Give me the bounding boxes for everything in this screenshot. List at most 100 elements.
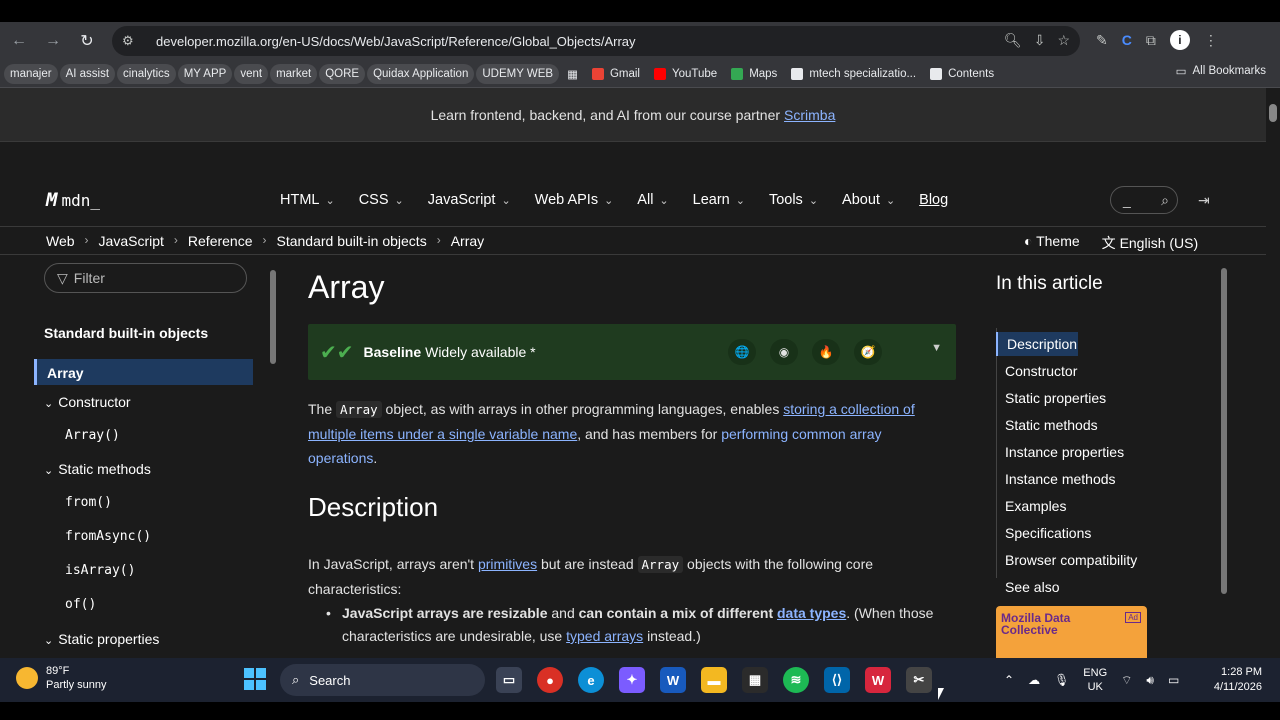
taskbar-search[interactable]: ⌕ Search (280, 664, 485, 696)
address-bar[interactable]: ⚙ developer.mozilla.org/en-US/docs/Web/J… (112, 26, 1080, 56)
breadcrumb-item[interactable]: Web (46, 233, 75, 249)
language-button[interactable]: 文 English (US) (1102, 233, 1198, 253)
typed-arrays-link[interactable]: typed arrays (566, 628, 643, 644)
search-input[interactable]: _ ⌕ (1110, 186, 1178, 214)
theme-button[interactable]: ◐ Theme (1024, 233, 1080, 253)
bookmark-item[interactable]: Gmail (586, 64, 646, 84)
microphone-icon[interactable]: 🎙︎ (1054, 673, 1069, 687)
battery-icon[interactable]: ▭ (1168, 673, 1179, 687)
breadcrumb-item[interactable]: JavaScript (99, 233, 164, 249)
task-view-icon[interactable]: ▭ (496, 667, 522, 693)
site-info-icon[interactable]: ⚙ (122, 33, 142, 49)
scrimba-link[interactable]: Scrimba (784, 107, 835, 123)
forward-button[interactable]: → (36, 24, 70, 58)
word-icon[interactable]: W (660, 667, 686, 693)
sidebar-item[interactable]: Array() (65, 428, 120, 443)
toc-item[interactable]: Instance methods (996, 471, 1196, 487)
menu-item-javascript[interactable]: JavaScript ⌄ (428, 192, 511, 208)
spotify-icon[interactable]: ≋ (783, 667, 809, 693)
toc-scrollbar[interactable] (1218, 258, 1230, 658)
primitives-link[interactable]: primitives (478, 556, 537, 572)
bookmark-item[interactable]: Contents (924, 64, 1000, 84)
sidebar-item[interactable]: fromAsync() (65, 529, 151, 544)
menu-item-blog[interactable]: Blog (919, 192, 948, 208)
breadcrumb-item[interactable]: Array (451, 233, 484, 249)
toc-item[interactable]: Instance properties (996, 444, 1196, 460)
bookmark-item[interactable]: AI assist (59, 63, 116, 84)
data-types-link[interactable]: data types (777, 605, 846, 621)
wifi-icon[interactable]: ⌔ (1121, 673, 1132, 688)
login-icon[interactable]: ⇥ (1198, 192, 1210, 209)
bookmark-item[interactable]: market (270, 63, 318, 84)
menu-item-learn[interactable]: Learn ⌄ (693, 192, 745, 208)
sidebar-item[interactable]: isArray() (65, 563, 135, 578)
all-bookmarks-button[interactable]: ▭ All Bookmarks (1176, 64, 1266, 78)
snipping-tool-icon[interactable]: ✂ (906, 667, 932, 693)
sidebar-item[interactable]: ⌄ Static properties (44, 631, 159, 647)
extension-c-icon[interactable]: C (1122, 32, 1132, 48)
menu-item-about[interactable]: About ⌄ (842, 192, 895, 208)
reload-button[interactable]: ↻ (70, 24, 104, 58)
bookmark-item[interactable]: MY APP (177, 63, 233, 84)
bookmark-item[interactable]: YouTube (648, 64, 723, 84)
clock[interactable]: 1:28 PM 4/11/2026 (1210, 665, 1262, 695)
chevron-down-icon[interactable]: ▼ (931, 342, 942, 354)
sidebar-scrollbar[interactable] (268, 258, 278, 658)
page-scrollbar[interactable] (1266, 88, 1280, 658)
bookmark-item[interactable]: mtech specializatio... (785, 64, 922, 84)
install-icon[interactable]: ⇩ (1034, 32, 1046, 49)
cloud-icon[interactable]: ☁ (1028, 673, 1040, 687)
bookmark-item[interactable]: vent (234, 63, 269, 84)
sidebar-item-array[interactable]: Array (34, 359, 253, 385)
file-explorer-icon[interactable]: ▬ (701, 667, 727, 693)
toc-item[interactable]: See also (996, 579, 1196, 595)
sidebar-title[interactable]: Standard built-in objects (44, 325, 208, 341)
breadcrumb-item[interactable]: Reference (188, 233, 253, 249)
baseline-badge[interactable]: ✔✔ Baseline Widely available * 🌐 ◉ 🔥 🧭 ▼ (308, 324, 956, 380)
breadcrumb-item[interactable]: Standard built-in objects (277, 233, 427, 249)
chevron-up-icon[interactable]: ⌃ (1004, 673, 1014, 687)
toc-item[interactable]: Constructor (996, 363, 1196, 379)
wps-icon[interactable]: W (865, 667, 891, 693)
store-icon[interactable]: ▦ (742, 667, 768, 693)
bookmark-item[interactable]: Maps (725, 64, 783, 84)
weather-widget[interactable]: 89°F Partly sunny (16, 664, 107, 692)
chrome-icon[interactable]: ● (537, 667, 563, 693)
edge-icon[interactable]: e (578, 667, 604, 693)
search-icon[interactable]: ⌕ (1161, 192, 1169, 209)
extensions-puzzle-icon[interactable]: ⧉ (1146, 32, 1156, 49)
url-text[interactable]: developer.mozilla.org/en-US/docs/Web/Jav… (156, 34, 636, 49)
menu-item-html[interactable]: HTML ⌄ (280, 192, 335, 208)
toc-item[interactable]: Browser compatibility (996, 552, 1196, 568)
menu-kebab-icon[interactable]: ⋮ (1204, 32, 1218, 49)
bookmark-item[interactable]: manajer (4, 63, 58, 84)
vscode-icon[interactable]: ⟨⟩ (824, 667, 850, 693)
toc-item[interactable]: Description (996, 332, 1078, 356)
apps-grid-icon[interactable]: ▦ (561, 64, 584, 84)
volume-icon[interactable]: 🔊︎ (1146, 673, 1154, 688)
pen-extension-icon[interactable]: ✎ (1096, 32, 1108, 49)
bookmark-item[interactable]: UDEMY WEB (476, 63, 560, 84)
bookmark-star-icon[interactable]: ☆ (1057, 32, 1070, 49)
toc-item[interactable]: Static methods (996, 417, 1196, 433)
menu-item-all[interactable]: All ⌄ (637, 192, 668, 208)
bookmark-item[interactable]: QORE (319, 63, 366, 84)
filter-input[interactable]: ▽ Filter (44, 263, 247, 293)
start-windows-icon[interactable] (244, 668, 266, 690)
toc-item[interactable]: Examples (996, 498, 1196, 514)
language-indicator[interactable]: ENG UK (1083, 666, 1107, 694)
copilot-icon[interactable]: ✦ (619, 667, 645, 693)
toc-item[interactable]: Specifications (996, 525, 1196, 541)
bookmark-item[interactable]: Quidax Application (367, 63, 475, 84)
sidebar-item[interactable]: ⌄ Constructor (44, 394, 131, 410)
sidebar-item[interactable]: ⌄ Static methods (44, 461, 151, 477)
sidebar-item[interactable]: from() (65, 495, 112, 510)
profile-avatar-icon[interactable]: i (1169, 30, 1190, 50)
menu-item-css[interactable]: CSS ⌄ (359, 192, 404, 208)
toc-item[interactable]: Static properties (996, 390, 1196, 406)
ad-banner[interactable]: Mozilla Data Collective Ad (996, 606, 1147, 658)
menu-item-web-apis[interactable]: Web APIs ⌄ (535, 192, 614, 208)
bookmark-item[interactable]: cinalytics (117, 63, 176, 84)
zoom-icon[interactable]: 🔍︎ (1004, 32, 1022, 49)
mdn-logo[interactable]: Mmdn_ (46, 189, 100, 211)
